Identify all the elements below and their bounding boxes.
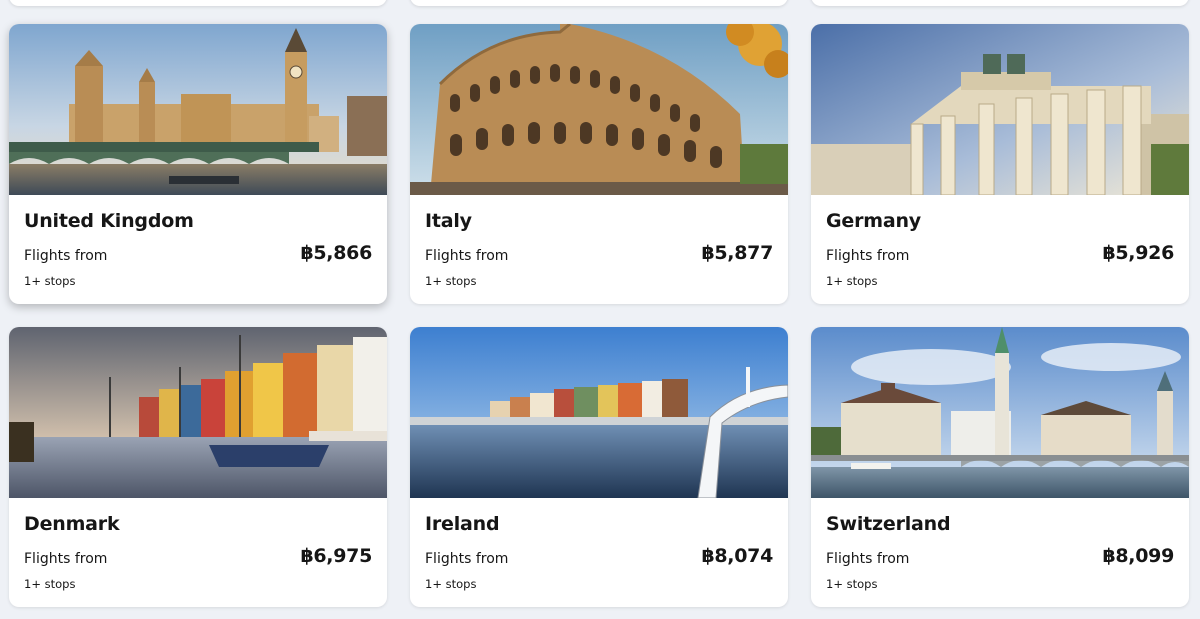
destination-country-name: United Kingdom <box>24 210 194 232</box>
destination-card-italy[interactable]: Italy Flights from ฿5,877 1+ stops <box>410 24 788 304</box>
destination-country-name: Ireland <box>425 513 500 535</box>
previous-row-card[interactable] <box>9 0 387 6</box>
colosseum-photo <box>410 24 788 195</box>
destinations-grid: United Kingdom Flights from ฿5,866 1+ st… <box>0 0 1200 619</box>
stops-info: 1+ stops <box>425 274 477 288</box>
flight-price: ฿8,074 <box>701 545 773 567</box>
flight-price: ฿5,866 <box>300 242 372 264</box>
flight-price: ฿5,926 <box>1102 242 1174 264</box>
destination-card-germany[interactable]: Germany Flights from ฿5,926 1+ stops <box>811 24 1189 304</box>
destination-country-name: Germany <box>826 210 921 232</box>
flights-from-label: Flights from <box>24 551 108 567</box>
destination-card-switzerland[interactable]: Switzerland Flights from ฿8,099 1+ stops <box>811 327 1189 607</box>
destination-country-name: Denmark <box>24 513 120 535</box>
stops-info: 1+ stops <box>24 577 76 591</box>
destination-card-ireland[interactable]: Ireland Flights from ฿8,074 1+ stops <box>410 327 788 607</box>
flights-from-label: Flights from <box>425 248 509 264</box>
brandenburg-gate-photo <box>811 24 1189 195</box>
flights-from-label: Flights from <box>826 248 910 264</box>
previous-row-card[interactable] <box>410 0 788 6</box>
destination-card-united-kingdom[interactable]: United Kingdom Flights from ฿5,866 1+ st… <box>9 24 387 304</box>
flight-price: ฿6,975 <box>300 545 372 567</box>
stops-info: 1+ stops <box>24 274 76 288</box>
zurich-photo <box>811 327 1189 498</box>
destination-country-name: Italy <box>425 210 472 232</box>
flights-from-label: Flights from <box>24 248 108 264</box>
london-photo <box>9 24 387 195</box>
stops-info: 1+ stops <box>826 274 878 288</box>
nyhavn-photo <box>9 327 387 498</box>
flights-from-label: Flights from <box>425 551 509 567</box>
flights-from-label: Flights from <box>826 551 910 567</box>
previous-row-card[interactable] <box>811 0 1189 6</box>
flight-price: ฿8,099 <box>1102 545 1174 567</box>
destination-card-denmark[interactable]: Denmark Flights from ฿6,975 1+ stops <box>9 327 387 607</box>
flight-price: ฿5,877 <box>701 242 773 264</box>
destination-country-name: Switzerland <box>826 513 951 535</box>
dublin-photo <box>410 327 788 498</box>
stops-info: 1+ stops <box>425 577 477 591</box>
stops-info: 1+ stops <box>826 577 878 591</box>
